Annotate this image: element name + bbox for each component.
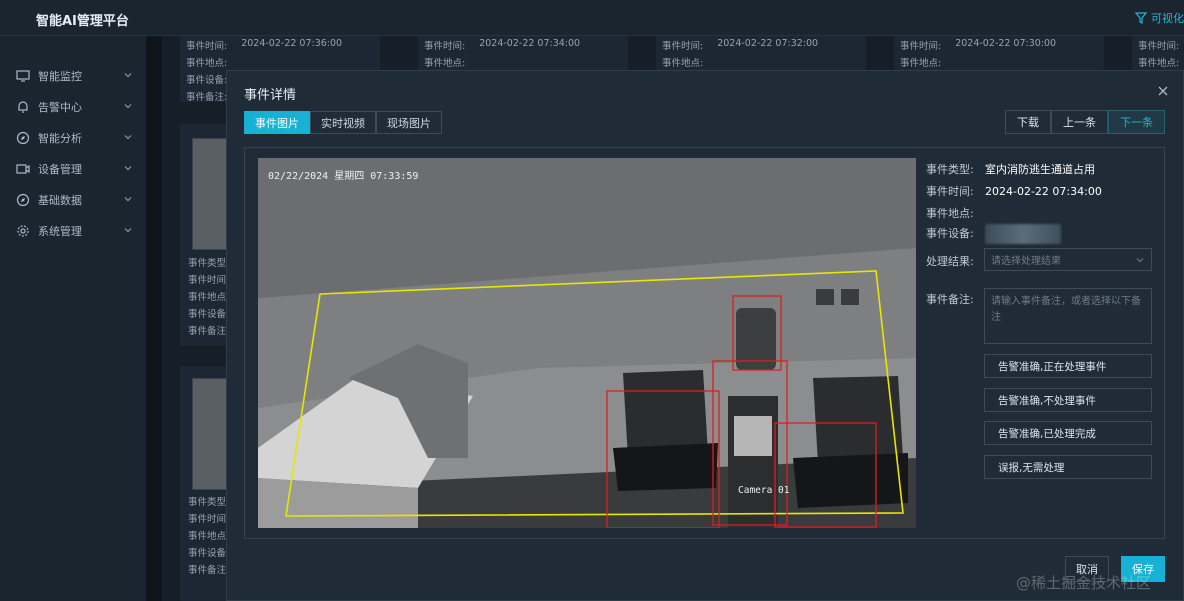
- chevron-down-icon: [124, 135, 132, 140]
- event-type-label: 事件类型:: [926, 163, 974, 176]
- compass-icon: [16, 193, 30, 206]
- event-time-row: 事件时间: 2024-02-22 07:34:00: [926, 183, 1102, 199]
- sidebar-divider: [146, 36, 162, 601]
- tab-event-image[interactable]: 事件图片: [244, 111, 310, 134]
- camera-timestamp: 02/22/2024 星期四 07:33:59: [268, 171, 419, 182]
- sidebar-item-label: 基础数据: [38, 193, 82, 207]
- event-place-label: 事件地点:: [188, 292, 230, 303]
- event-time-label: 事件时间:: [662, 41, 704, 52]
- record-navigation: 下载 上一条 下一条: [1005, 110, 1165, 134]
- event-time-label: 事件时间:: [424, 41, 466, 52]
- visualization-link[interactable]: 可视化: [1135, 10, 1184, 26]
- sidebar-item-analysis[interactable]: 智能分析: [0, 122, 146, 153]
- event-note-label: 事件备注:: [188, 326, 230, 337]
- event-device-row: 事件设备:: [926, 224, 1061, 244]
- sidebar-item-system[interactable]: 系统管理: [0, 215, 146, 246]
- redacted-device-name: [985, 224, 1061, 244]
- sidebar-item-label: 设备管理: [38, 162, 82, 176]
- result-select[interactable]: 请选择处理结果: [984, 248, 1152, 271]
- event-place-label: 事件地点:: [926, 207, 974, 220]
- camera-scene: [258, 158, 916, 528]
- sidebar-item-label: 系统管理: [38, 224, 82, 238]
- download-button[interactable]: 下载: [1005, 110, 1051, 134]
- event-device-label: 事件设备:: [188, 309, 230, 320]
- event-time-value: 2024-02-22 07:30:00: [955, 38, 1057, 49]
- result-select-placeholder: 请选择处理结果: [991, 256, 1061, 267]
- event-detail-dialog: 事件详情 事件图片 实时视频 现场图片 下载 上一条 下一条 02/22/202…: [226, 70, 1184, 601]
- event-card[interactable]: 事件时间: 事件地点:: [1132, 36, 1184, 70]
- prev-button[interactable]: 上一条: [1051, 110, 1108, 134]
- action-false-alarm-button[interactable]: 误报,无需处理: [984, 455, 1152, 479]
- gear-icon: [17, 224, 29, 237]
- chevron-down-icon: [124, 228, 132, 233]
- watermark: @稀土掘金技术社区: [1016, 574, 1152, 592]
- event-place-label: 事件地点:: [188, 531, 230, 542]
- event-device-label: 事件设备:: [188, 548, 230, 559]
- sidebar-item-monitoring[interactable]: 智能监控: [0, 60, 146, 91]
- sidebar: 智能监控 告警中心 智能分析 设备管理 基础数据 系统管理: [0, 36, 146, 601]
- event-note-label: 事件备注:: [188, 565, 230, 576]
- action-not-processed-button[interactable]: 告警准确,不处理事件: [984, 388, 1152, 412]
- event-time-label: 事件时间:: [926, 185, 974, 198]
- chevron-down-icon: [124, 104, 132, 109]
- result-label: 处理结果:: [926, 255, 974, 268]
- note-label: 事件备注:: [926, 293, 974, 306]
- tab-live-video[interactable]: 实时视频: [310, 111, 376, 134]
- event-time-label: 事件时间:: [186, 41, 228, 52]
- note-textarea[interactable]: 请输入事件备注，或者选择以下备注: [984, 288, 1152, 344]
- event-time-value: 2024-02-22 07:36:00: [241, 38, 343, 49]
- action-processing-button[interactable]: 告警准确,正在处理事件: [984, 354, 1152, 378]
- sidebar-item-label: 智能分析: [38, 131, 82, 145]
- chevron-down-icon: [124, 166, 132, 171]
- event-type-value: 室内消防逃生通道占用: [985, 163, 1095, 176]
- detail-panel: 02/22/2024 星期四 07:33:59 Camera 01 事件类型: 室…: [244, 147, 1165, 539]
- event-card[interactable]: 事件时间: 2024-02-22 07:34:00 事件地点:: [418, 36, 628, 70]
- event-device-label: 事件设备:: [186, 75, 228, 86]
- chevron-down-icon: [124, 197, 132, 202]
- event-time-label: 事件时间:: [900, 41, 942, 52]
- result-row: 处理结果:: [926, 253, 985, 269]
- action-completed-button[interactable]: 告警准确,已处理完成: [984, 421, 1152, 445]
- next-button[interactable]: 下一条: [1108, 110, 1165, 134]
- note-row: 事件备注:: [926, 291, 985, 307]
- sidebar-item-devices[interactable]: 设备管理: [0, 153, 146, 184]
- sidebar-item-alarms[interactable]: 告警中心: [0, 91, 146, 122]
- tab-scene-image[interactable]: 现场图片: [376, 111, 442, 134]
- chevron-down-icon: [1136, 258, 1144, 263]
- event-card[interactable]: 事件时间: 2024-02-22 07:32:00 事件地点:: [656, 36, 866, 70]
- event-card[interactable]: 事件时间: 2024-02-22 07:30:00 事件地点:: [894, 36, 1104, 70]
- sidebar-item-label: 告警中心: [38, 100, 82, 114]
- detail-tabs: 事件图片 实时视频 现场图片: [244, 111, 442, 134]
- event-type-label: 事件类型:: [188, 497, 230, 508]
- compass-icon: [16, 131, 30, 144]
- event-time-label: 事件时间:: [188, 275, 230, 286]
- event-time-label: 事件时间:: [188, 514, 230, 525]
- camera-icon: [16, 163, 30, 174]
- close-icon[interactable]: [1156, 84, 1170, 98]
- event-time-value: 2024-02-22 07:34:00: [479, 38, 581, 49]
- dialog-title: 事件详情: [244, 88, 297, 103]
- camera-name: Camera 01: [738, 485, 790, 496]
- event-type-row: 事件类型: 室内消防逃生通道占用: [926, 161, 1095, 177]
- event-place-label: 事件地点:: [186, 58, 228, 69]
- event-time-label: 事件时间:: [1138, 41, 1180, 52]
- event-device-label: 事件设备:: [926, 227, 974, 240]
- bell-icon: [18, 100, 28, 113]
- app-title: 智能AI管理平台: [36, 14, 129, 29]
- event-note-label: 事件备注:: [186, 92, 228, 103]
- event-time-value: 2024-02-22 07:34:00: [985, 185, 1102, 198]
- event-image[interactable]: 02/22/2024 星期四 07:33:59 Camera 01: [258, 158, 916, 528]
- top-bar: 智能AI管理平台 可视化: [0, 0, 1184, 36]
- sidebar-item-label: 智能监控: [38, 69, 82, 83]
- event-type-label: 事件类型:: [188, 258, 230, 269]
- monitor-icon: [16, 69, 30, 82]
- sidebar-item-base-data[interactable]: 基础数据: [0, 184, 146, 215]
- chevron-down-icon: [124, 73, 132, 78]
- event-place-row: 事件地点:: [926, 205, 985, 221]
- visualization-link-label: 可视化: [1151, 12, 1184, 25]
- filter-icon: [1135, 12, 1147, 24]
- event-time-value: 2024-02-22 07:32:00: [717, 38, 819, 49]
